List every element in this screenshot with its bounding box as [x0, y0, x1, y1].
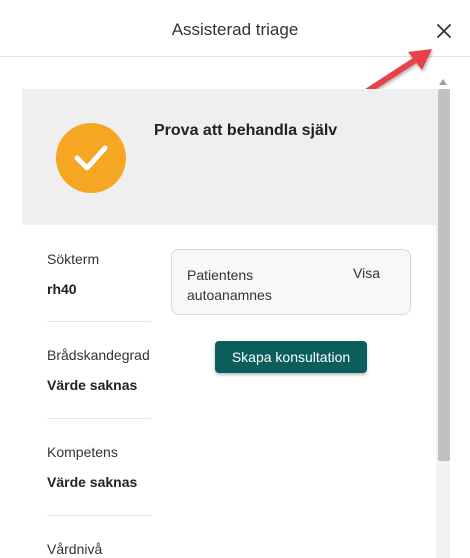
field-value: Värde saknas	[47, 377, 138, 393]
field-label: Sökterm	[47, 251, 100, 267]
field-competence: Kompetens Värde saknas	[47, 444, 151, 490]
field-care-level: Vårdnivå	[47, 541, 151, 557]
autoanamnesis-label: Patientens autoanamnes	[187, 267, 272, 303]
divider	[47, 418, 151, 419]
field-label: Brådskandegrad	[47, 347, 150, 363]
show-autoanamnesis-link[interactable]: Visa	[353, 265, 380, 281]
checkmark-icon	[74, 145, 108, 171]
triage-content: Prova att behandla själv Sökterm rh40 Br…	[22, 89, 436, 558]
result-status-badge	[56, 123, 126, 193]
divider	[47, 515, 151, 516]
field-label: Vårdnivå	[47, 541, 103, 557]
field-search-term: Sökterm rh40	[47, 251, 151, 297]
chevron-up-icon	[439, 79, 447, 85]
scroll-up-button[interactable]	[436, 76, 450, 88]
result-banner: Prova att behandla själv	[22, 89, 436, 225]
field-value: rh40	[47, 281, 77, 297]
dialog-title: Assisterad triage	[171, 20, 299, 39]
scrollbar-thumb[interactable]	[438, 89, 450, 461]
result-title: Prova att behandla själv	[154, 122, 338, 139]
field-value: Värde saknas	[47, 474, 138, 490]
field-label: Kompetens	[47, 444, 118, 460]
close-button[interactable]	[433, 20, 455, 42]
create-consultation-button[interactable]: Skapa konsultation	[215, 341, 367, 373]
divider	[47, 321, 151, 322]
field-urgency: Brådskandegrad Värde saknas	[47, 347, 151, 393]
close-icon	[437, 24, 451, 38]
autoanamnesis-card: Patientens autoanamnes Visa	[171, 249, 411, 315]
